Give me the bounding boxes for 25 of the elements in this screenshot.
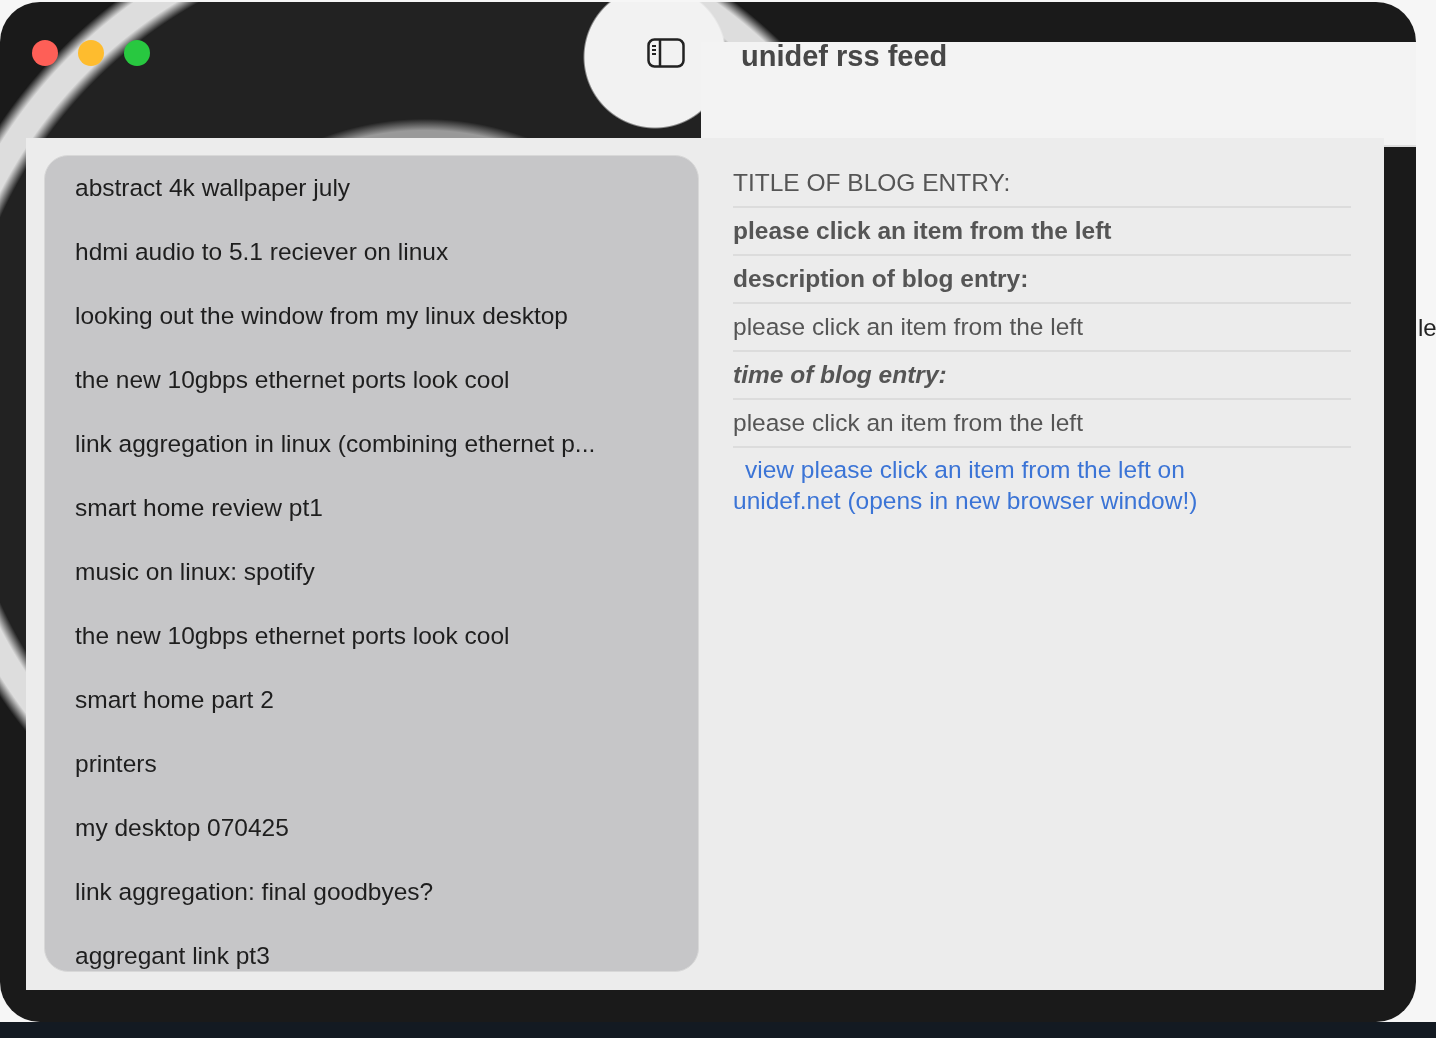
feed-item[interactable]: hdmi audio to 5.1 reciever on linux: [45, 234, 698, 298]
detail-heading: please click an item from the left: [733, 216, 1112, 246]
zoom-button[interactable]: [124, 40, 150, 66]
sidebar-toggle-icon[interactable]: [647, 38, 685, 68]
feed-item[interactable]: abstract 4k wallpaper july: [45, 170, 698, 234]
window-title: unidef rss feed: [741, 42, 949, 70]
feed-item[interactable]: my desktop 070425: [45, 810, 698, 874]
feed-item[interactable]: smart home review pt1: [45, 490, 698, 554]
close-button[interactable]: [32, 40, 58, 66]
detail-heading: time of blog entry:: [733, 360, 947, 390]
detail-text: TITLE OF BLOG ENTRY:: [733, 168, 1011, 198]
blog-link[interactable]: view please click an item from the left on unidef.net (opens in new browser window!): [733, 454, 1273, 516]
detail-text: please click an item from the left: [733, 312, 1083, 342]
detail-text: please click an item from the left: [733, 408, 1083, 438]
feed-item[interactable]: link aggregation in linux (combining ethernet p...: [45, 426, 698, 490]
feed-item[interactable]: aggregant link pt3: [45, 938, 698, 971]
feed-item[interactable]: smart home part 2: [45, 682, 698, 746]
feed-item[interactable]: the new 10gbps ethernet ports look cool: [45, 618, 698, 682]
feed-item[interactable]: the new 10gbps ethernet ports look cool: [45, 362, 698, 426]
detail-heading: description of blog entry:: [733, 264, 1029, 294]
feed-item[interactable]: looking out the window from my linux desktop: [45, 298, 698, 362]
feed-item[interactable]: music on linux: spotify: [45, 554, 698, 618]
feed-item[interactable]: printers: [45, 746, 698, 810]
background-window-text: le: [1418, 314, 1436, 342]
feed-item[interactable]: link aggregation: final goodbyes?: [45, 874, 698, 938]
